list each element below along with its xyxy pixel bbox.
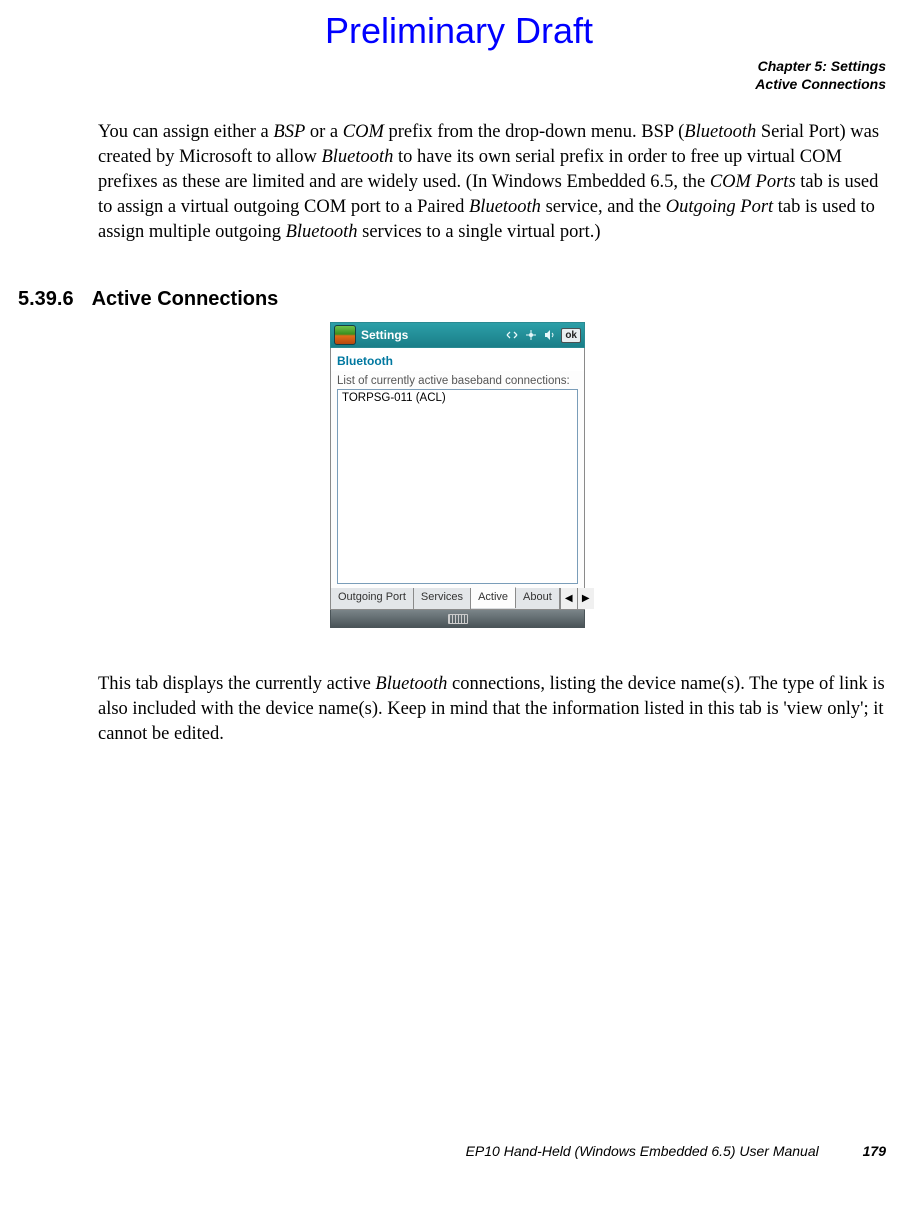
text-italic: Bluetooth (321, 147, 393, 167)
tab-outgoing-port[interactable]: Outgoing Port (331, 588, 414, 609)
text: or a (305, 122, 343, 142)
page-header: Chapter 5: Settings Active Connections (755, 58, 886, 93)
text-italic: Bluetooth (375, 674, 447, 694)
chapter-label: Chapter 5: Settings (755, 58, 886, 76)
ok-button[interactable]: ok (561, 328, 581, 343)
list-caption: List of currently active baseband connec… (337, 375, 578, 387)
section-label: Active Connections (755, 76, 886, 94)
network-icon[interactable] (523, 327, 539, 343)
tab-scroll-controls: ◀ ▶ (560, 588, 594, 609)
tab-scroll-right-button[interactable]: ▶ (577, 588, 594, 609)
text: service, and the (541, 197, 666, 217)
tab-scroll-left-button[interactable]: ◀ (560, 588, 577, 609)
text-italic: Bluetooth (469, 197, 541, 217)
text-italic: Outgoing Port (666, 197, 773, 217)
connections-listbox[interactable]: TORPSG-011 (ACL) (337, 389, 578, 584)
section-heading: 5.39.6 Active Connections (18, 288, 278, 311)
start-icon[interactable] (334, 325, 356, 345)
text-italic: Bluetooth (286, 222, 358, 242)
tab-strip: Outgoing Port Services Active About ◀ ▶ (330, 588, 585, 610)
titlebar-text: Settings (361, 328, 501, 342)
tab-about[interactable]: About (516, 588, 560, 609)
volume-icon[interactable] (542, 327, 558, 343)
text: This tab displays the currently active (98, 674, 375, 694)
screenshot-titlebar: Settings ok (330, 322, 585, 348)
keyboard-icon[interactable] (448, 614, 468, 624)
text-italic: BSP (273, 122, 305, 142)
page-footer: EP10 Hand-Held (Windows Embedded 6.5) Us… (466, 1143, 886, 1159)
text-italic: Bluetooth (684, 122, 756, 142)
connectivity-icon[interactable] (504, 327, 520, 343)
page-number: 179 (863, 1143, 886, 1159)
embedded-screenshot: Settings ok Bluetooth List of currently … (330, 322, 585, 628)
section-title: Active Connections (92, 288, 279, 310)
panel-title: Bluetooth (330, 348, 585, 371)
tab-services[interactable]: Services (414, 588, 471, 609)
panel-content: List of currently active baseband connec… (330, 371, 585, 588)
text: You can assign either a (98, 122, 273, 142)
paragraph-prefix-explanation: You can assign either a BSP or a COM pre… (98, 120, 888, 245)
sip-bar (330, 610, 585, 628)
watermark: Preliminary Draft (0, 10, 918, 52)
text: services to a single virtual port.) (358, 222, 601, 242)
text-italic: COM (343, 122, 384, 142)
section-number: 5.39.6 (18, 288, 74, 310)
footer-doc-title: EP10 Hand-Held (Windows Embedded 6.5) Us… (466, 1143, 819, 1159)
text: prefix from the drop-down menu. BSP ( (384, 122, 684, 142)
paragraph-tab-description: This tab displays the currently active B… (98, 672, 888, 747)
tab-active[interactable]: Active (471, 587, 516, 608)
text-italic: COM Ports (710, 172, 796, 192)
list-item[interactable]: TORPSG-011 (ACL) (342, 392, 573, 404)
